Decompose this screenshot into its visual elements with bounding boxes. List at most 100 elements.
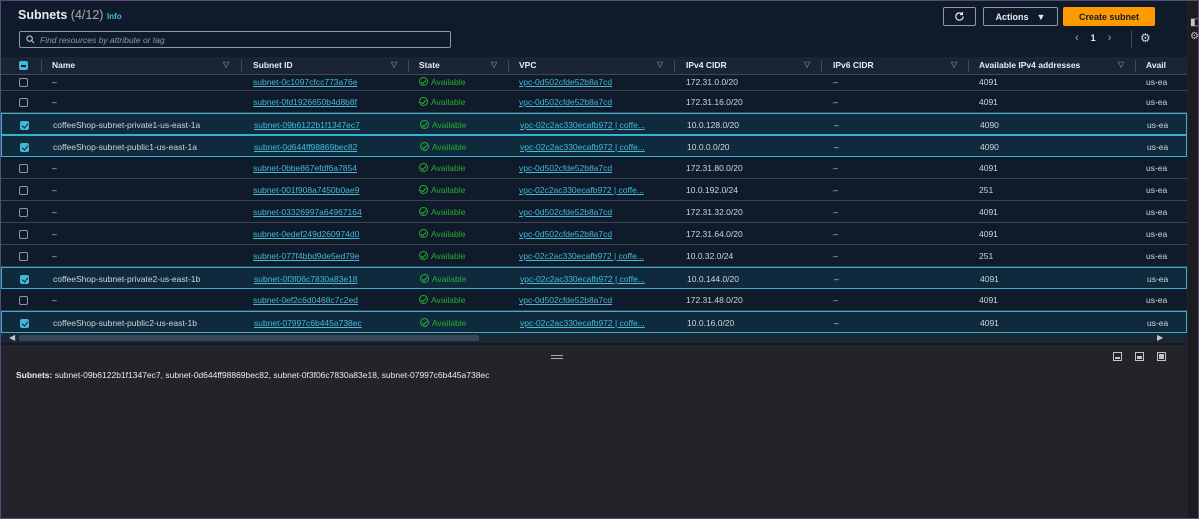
cell-subnet-id[interactable]: subnet-077f4bbd9de5ed79e: [253, 251, 403, 261]
cell-vpc[interactable]: vpc-0d502cfde52b8a7cd: [519, 207, 669, 217]
row-checkbox[interactable]: [20, 319, 29, 328]
sort-icon[interactable]: ▽: [804, 60, 810, 69]
scroll-left-icon[interactable]: ◀: [9, 333, 15, 342]
cell-subnet-id[interactable]: subnet-03326997a64967164: [253, 207, 403, 217]
pagination: ‹ 1 ›: [1075, 32, 1111, 44]
create-subnet-button[interactable]: Create subnet: [1063, 7, 1155, 26]
column-header-ipv6-cidr[interactable]: IPv6 CIDR: [833, 60, 874, 70]
split-panel-handle[interactable]: [551, 355, 563, 359]
cell-vpc[interactable]: vpc-02c2ac330ecafb972 | coffe...: [519, 251, 669, 261]
row-checkbox[interactable]: [20, 143, 29, 152]
state-label: Available: [432, 142, 467, 152]
column-header-name[interactable]: Name: [52, 60, 75, 70]
sort-icon[interactable]: ▽: [223, 60, 229, 69]
table-row[interactable]: – subnet-0fd1926650b4d8b8f Available vpc-0d…: [1, 91, 1187, 113]
row-checkbox[interactable]: [19, 296, 28, 305]
refresh-button[interactable]: [943, 7, 976, 26]
cell-vpc[interactable]: vpc-02c2ac330ecafb972 | coffe...: [520, 274, 670, 284]
row-checkbox[interactable]: [19, 230, 28, 239]
next-page-icon[interactable]: ›: [1108, 32, 1112, 44]
sort-icon[interactable]: ▽: [391, 60, 397, 69]
cell-vpc[interactable]: vpc-02c2ac330ecafb972 | coffe...: [519, 185, 669, 195]
column-header-ipv4-cidr[interactable]: IPv4 CIDR: [686, 60, 727, 70]
actions-button[interactable]: Actions ▼: [983, 7, 1058, 26]
column-header-vpc[interactable]: VPC: [519, 60, 536, 70]
table-row[interactable]: coffeeShop-subnet-private2-us-east-1b sub…: [1, 267, 1187, 289]
search-input[interactable]: [40, 34, 440, 45]
search-box[interactable]: [19, 31, 451, 48]
table-row[interactable]: – subnet-0bbe867efdf6a7854 Available vpc-0d…: [1, 157, 1187, 179]
cell-vpc[interactable]: vpc-0d502cfde52b8a7cd: [519, 229, 669, 239]
table-row[interactable]: coffeeShop-subnet-public2-us-east-1b subn…: [1, 311, 1187, 333]
table-row[interactable]: – subnet-03326997a64967164 Available vpc-0d…: [1, 201, 1187, 223]
column-divider: [241, 60, 242, 72]
cell-vpc[interactable]: vpc-0d502cfde52b8a7cd: [519, 295, 669, 305]
table-row[interactable]: – subnet-077f4bbd9de5ed79e Available vpc-02…: [1, 245, 1187, 267]
cell-availability-zone: us-ea: [1146, 207, 1168, 217]
cell-available-ipv4: 4091: [979, 207, 998, 217]
sort-icon[interactable]: ▽: [951, 60, 957, 69]
panel-bottom-icon[interactable]: [1135, 352, 1144, 361]
cell-availability-zone: us-ea: [1147, 274, 1169, 284]
cell-vpc[interactable]: vpc-02c2ac330ecafb972 | coffe...: [520, 318, 670, 328]
row-checkbox[interactable]: [19, 98, 28, 107]
cell-state: Available: [419, 295, 504, 305]
cell-subnet-id[interactable]: subnet-0ef2c6d0468c7c2ed: [253, 295, 403, 305]
cell-vpc[interactable]: vpc-0d502cfde52b8a7cd: [519, 163, 669, 173]
panel-maximize-icon[interactable]: [1157, 352, 1166, 361]
column-header-availability-zone[interactable]: Avail: [1146, 60, 1166, 70]
column-header-state[interactable]: State: [419, 60, 440, 70]
table-row[interactable]: – subnet-001f908a7450b0ae9 Available vpc-02…: [1, 179, 1187, 201]
column-header-available-ipv4[interactable]: Available IPv4 addresses: [979, 60, 1080, 70]
cell-vpc[interactable]: vpc-02c2ac330ecafb972 | coffe...: [520, 142, 670, 152]
table-row[interactable]: coffeeShop-subnet-private1-us-east-1a sub…: [1, 113, 1187, 135]
table-row[interactable]: coffeeShop-subnet-public1-us-east-1a subn…: [1, 135, 1187, 157]
cell-state: Available: [419, 229, 504, 239]
row-checkbox[interactable]: [19, 78, 28, 87]
cell-subnet-id[interactable]: subnet-0c1097cfcc773a76e: [253, 77, 403, 87]
select-all-checkbox[interactable]: [19, 61, 28, 70]
cell-ipv6-cidr: –: [834, 120, 839, 130]
table-row[interactable]: – subnet-0edef249d260974d0 Available vpc-0d…: [1, 223, 1187, 245]
info-link[interactable]: Info: [107, 12, 122, 21]
cell-subnet-id[interactable]: subnet-001f908a7450b0ae9: [253, 185, 403, 195]
sort-icon[interactable]: ▽: [657, 60, 663, 69]
table-row[interactable]: – subnet-0c1097cfcc773a76e Available vpc-0d…: [1, 75, 1187, 91]
row-checkbox[interactable]: [19, 252, 28, 261]
cell-ipv4-cidr: 10.0.192.0/24: [686, 185, 738, 195]
cell-vpc[interactable]: vpc-0d502cfde52b8a7cd: [519, 77, 669, 87]
cell-vpc[interactable]: vpc-0d502cfde52b8a7cd: [519, 97, 669, 107]
cell-subnet-id[interactable]: subnet-0bbe867efdf6a7854: [253, 163, 403, 173]
side-settings-icon[interactable]: ⚙: [1190, 31, 1198, 42]
state-label: Available: [431, 77, 466, 87]
cell-ipv4-cidr: 10.0.144.0/20: [687, 274, 739, 284]
row-checkbox[interactable]: [19, 164, 28, 173]
horizontal-scrollbar[interactable]: ◀ ▶: [1, 333, 1187, 343]
cell-available-ipv4: 4091: [979, 229, 998, 239]
scrollbar-thumb[interactable]: [19, 335, 479, 341]
page-number[interactable]: 1: [1091, 33, 1096, 43]
row-checkbox[interactable]: [20, 275, 29, 284]
cell-subnet-id[interactable]: subnet-09b6122b1f1347ec7: [254, 120, 404, 130]
side-collapse-icon[interactable]: ◧: [1190, 17, 1198, 28]
row-checkbox[interactable]: [19, 208, 28, 217]
table-row[interactable]: – subnet-0ef2c6d0468c7c2ed Available vpc-0d…: [1, 289, 1187, 311]
row-checkbox[interactable]: [20, 121, 29, 130]
cell-subnet-id[interactable]: subnet-0f3f06c7830a83e18: [254, 274, 404, 284]
cell-subnet-id[interactable]: subnet-0edef249d260974d0: [253, 229, 403, 239]
check-circle-icon: [419, 251, 428, 260]
prev-page-icon[interactable]: ‹: [1075, 32, 1079, 44]
sort-icon[interactable]: ▽: [1118, 60, 1124, 69]
column-header-subnet-id[interactable]: Subnet ID: [253, 60, 293, 70]
cell-vpc[interactable]: vpc-02c2ac330ecafb972 | coffe...: [520, 120, 670, 130]
gear-icon[interactable]: ⚙: [1140, 31, 1151, 45]
row-checkbox[interactable]: [19, 186, 28, 195]
cell-ipv4-cidr: 172.31.48.0/20: [686, 295, 743, 305]
cell-subnet-id[interactable]: subnet-0fd1926650b4d8b8f: [253, 97, 403, 107]
cell-state: Available: [419, 251, 504, 261]
sort-icon[interactable]: ▽: [491, 60, 497, 69]
cell-subnet-id[interactable]: subnet-07997c6b445a738ec: [254, 318, 404, 328]
scroll-right-icon[interactable]: ▶: [1157, 333, 1163, 342]
cell-subnet-id[interactable]: subnet-0d644ff98869bec82: [254, 142, 404, 152]
panel-minimize-icon[interactable]: [1113, 352, 1122, 361]
